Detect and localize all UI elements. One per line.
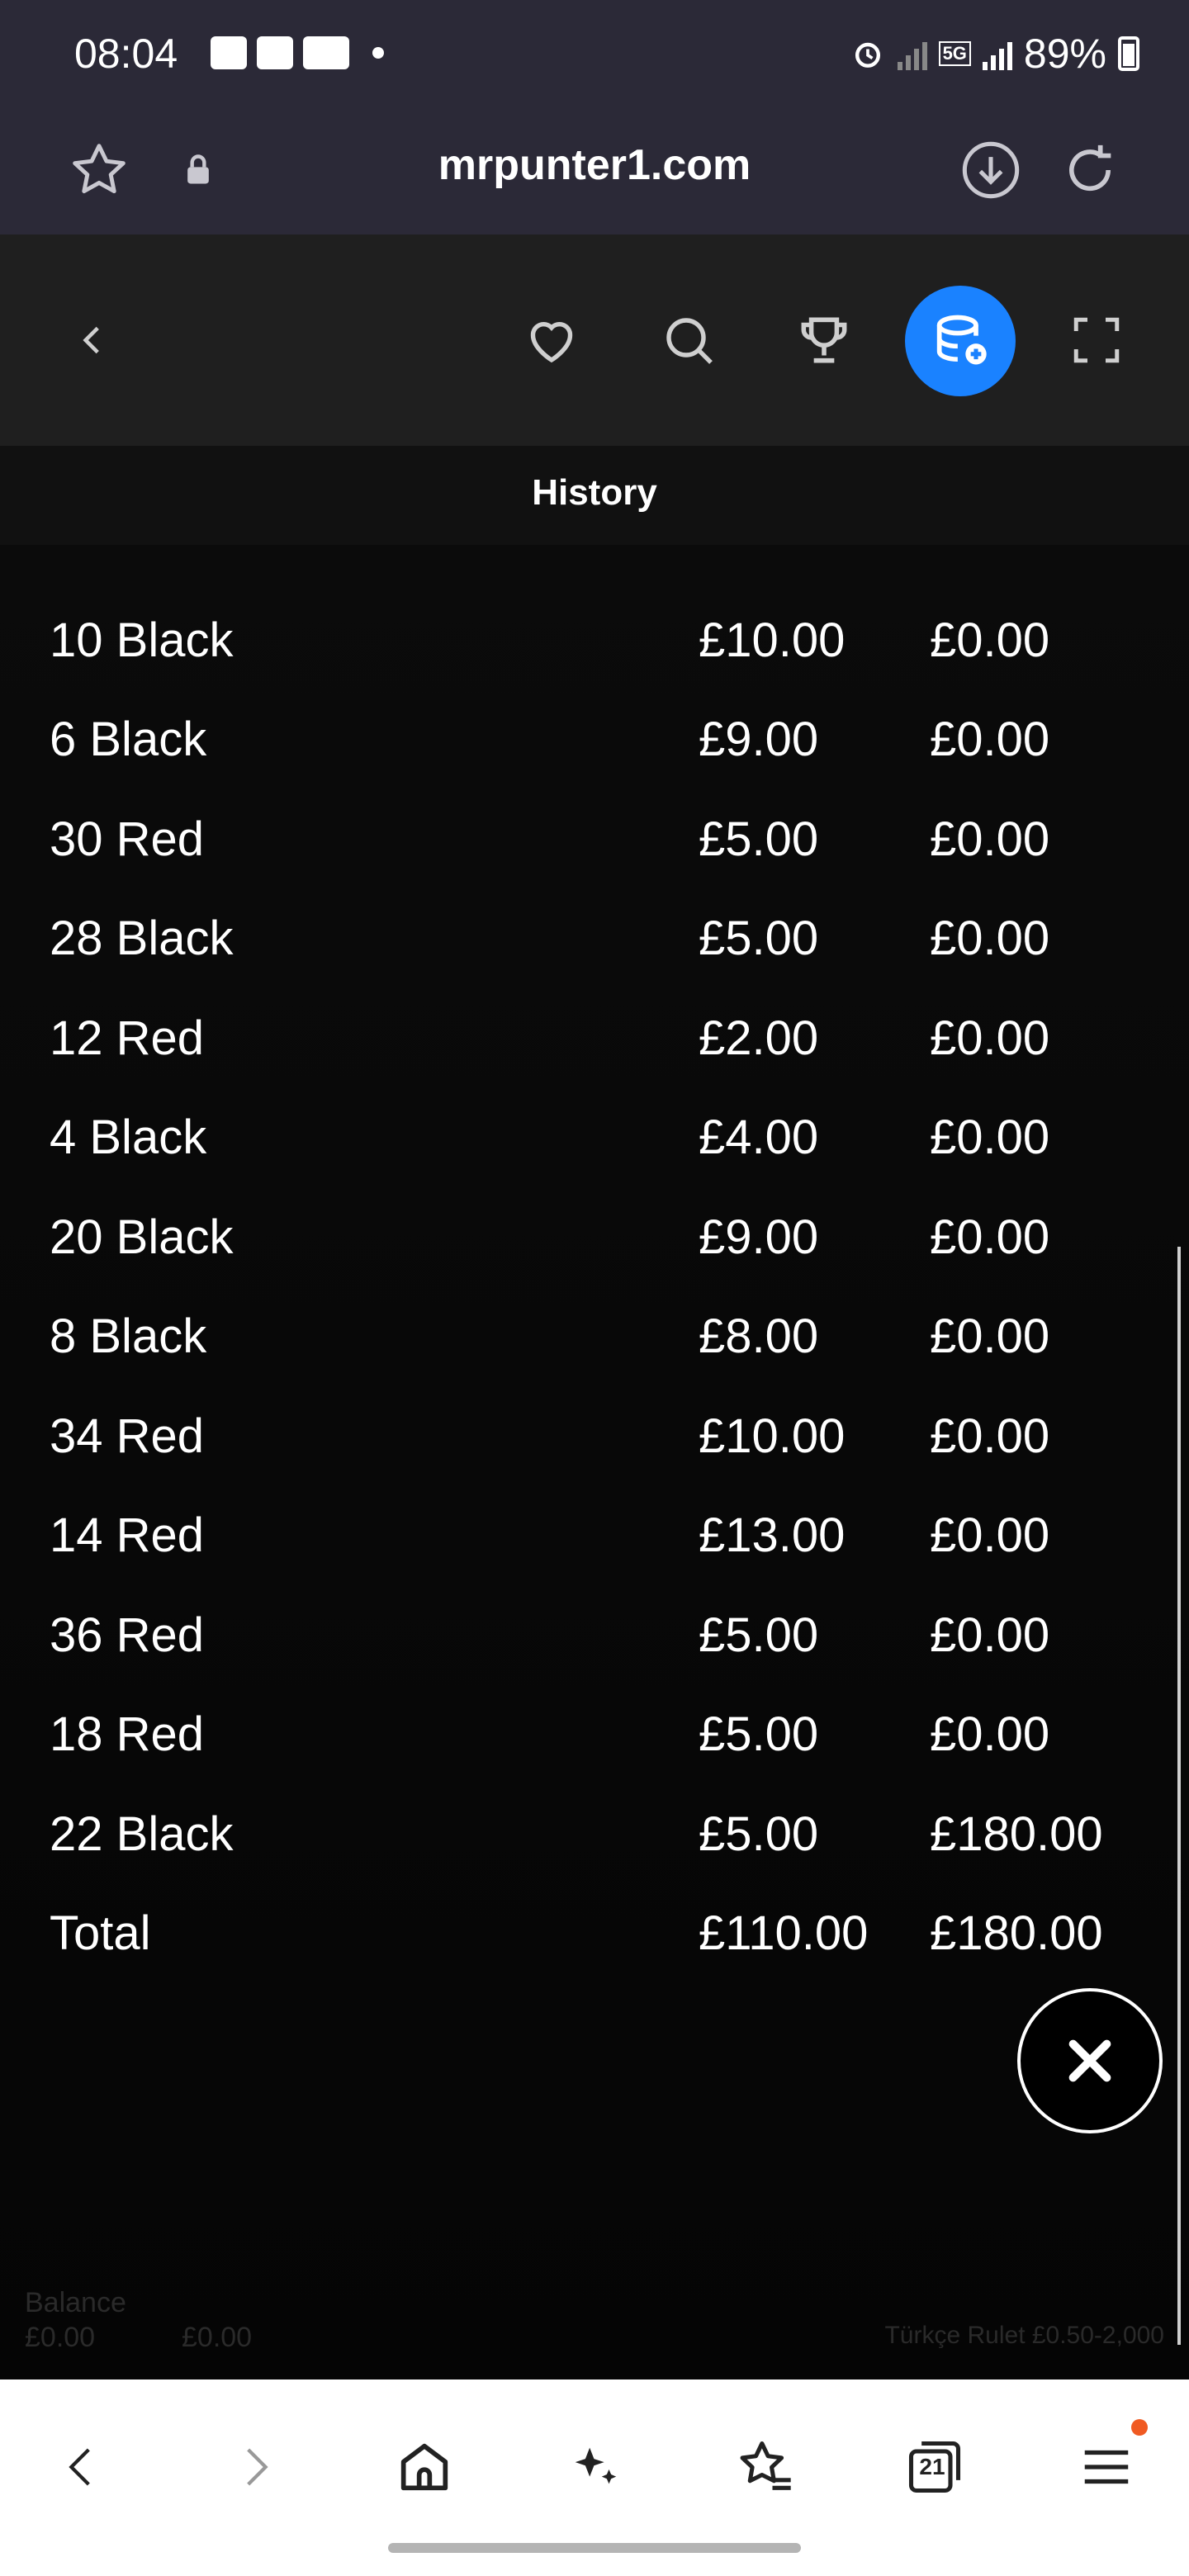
win-cell: £0.00 (930, 1508, 1050, 1562)
close-icon (1068, 2039, 1111, 2082)
status-notification-icons (211, 36, 384, 69)
result-cell: 22 Black (50, 1807, 234, 1861)
win-cell: £0.00 (930, 613, 1050, 667)
tabs-count: 21 (919, 2454, 945, 2479)
bet-cell: £5.00 (699, 912, 819, 965)
win-cell: £0.00 (930, 812, 1050, 866)
bet-cell: £2.00 (699, 1011, 819, 1065)
tabs-icon[interactable]: 21 (893, 2426, 976, 2508)
trophy-icon[interactable] (784, 301, 864, 380)
youtube-icon (303, 36, 349, 69)
bet-cell: £10.00 (699, 613, 846, 667)
result-cell: 4 Black (50, 1110, 207, 1164)
ai-sparkle-icon[interactable] (553, 2426, 636, 2508)
reload-icon[interactable] (1055, 135, 1125, 205)
history-total-row: Total £110.00 £180.00 (50, 1896, 1139, 1971)
search-icon[interactable] (649, 301, 728, 380)
home-indicator[interactable] (388, 2543, 801, 2553)
win-cell: £0.00 (930, 1608, 1050, 1662)
history-header: History (0, 446, 1189, 545)
bet-cell: £5.00 (699, 1608, 819, 1662)
history-row: 28 Black £5.00 £0.00 (50, 902, 1139, 976)
battery-percent: 89% (1023, 31, 1106, 77)
balance-value: £0.00 (25, 2322, 96, 2353)
history-row: 34 Red £10.00 £0.00 (50, 1399, 1139, 1473)
more-notifications-icon (372, 47, 384, 59)
result-cell: 20 Black (50, 1210, 234, 1264)
history-row: 12 Red £2.00 £0.00 (50, 1001, 1139, 1075)
bet-cell: £4.00 (699, 1110, 819, 1164)
bet-cell: £5.00 (699, 1807, 819, 1861)
history-row: 30 Red £5.00 £0.00 (50, 802, 1139, 876)
bet-cell: £8.00 (699, 1309, 819, 1363)
history-row: 20 Black £9.00 £0.00 (50, 1200, 1139, 1274)
gallery-icon (211, 36, 247, 69)
win-cell: £0.00 (930, 1210, 1050, 1264)
signal-icon-2 (982, 37, 1012, 70)
history-row: 4 Black £4.00 £0.00 (50, 1101, 1139, 1175)
game-toolbar (0, 234, 1189, 446)
bet-cell: £9.00 (699, 713, 819, 766)
download-icon[interactable] (956, 135, 1026, 205)
bet-cell: £9.00 (699, 1210, 819, 1264)
bet-cell: £5.00 (699, 812, 819, 866)
forward-icon[interactable] (215, 2426, 297, 2508)
bet-value: £0.00 (182, 2322, 253, 2353)
history-row: 36 Red £5.00 £0.00 (50, 1598, 1139, 1672)
result-cell: 10 Black (50, 613, 234, 667)
network-label: 5G (938, 41, 971, 66)
menu-notification-dot (1131, 2419, 1148, 2436)
win-cell: £0.00 (930, 912, 1050, 965)
result-cell: 36 Red (50, 1608, 205, 1662)
total-bet-cell: £110.00 (699, 1906, 869, 1960)
battery-icon (1118, 36, 1139, 71)
database-plus-icon[interactable] (905, 286, 1016, 396)
scrollbar[interactable] (1177, 1247, 1181, 2345)
win-cell: £0.00 (930, 1011, 1050, 1065)
win-cell: £0.00 (930, 713, 1050, 766)
win-cell: £0.00 (930, 1707, 1050, 1761)
bet-cell: £13.00 (699, 1508, 846, 1562)
win-cell: £0.00 (930, 1309, 1050, 1363)
total-win-cell: £180.00 (930, 1906, 1103, 1960)
result-cell: 30 Red (50, 812, 205, 866)
home-icon[interactable] (383, 2426, 466, 2508)
result-cell: 8 Black (50, 1309, 207, 1363)
win-cell: £0.00 (930, 1409, 1050, 1463)
status-bar: 08:04 5G 89% (0, 0, 1189, 112)
heart-icon[interactable] (512, 301, 591, 380)
browser-url-bar: mrpunter1.com (0, 112, 1189, 234)
history-row: 6 Black £9.00 £0.00 (50, 703, 1139, 777)
fullscreen-icon[interactable] (1057, 301, 1136, 380)
result-cell: 18 Red (50, 1707, 205, 1761)
table-name: Türkçe Rulet £0.50-2,000 (884, 2322, 1164, 2349)
signal-icon (897, 37, 927, 70)
history-title: History (532, 472, 657, 513)
history-row: 22 Black £5.00 £180.00 (50, 1797, 1139, 1871)
win-cell: £180.00 (930, 1807, 1103, 1861)
balance-label: Balance (25, 2287, 126, 2318)
history-row: 14 Red £13.00 £0.00 (50, 1499, 1139, 1573)
history-row: 8 Black £8.00 £0.00 (50, 1300, 1139, 1374)
status-time: 08:04 (74, 31, 178, 77)
status-system-icons: 5G 89% (850, 30, 1139, 78)
history-row: 10 Black £10.00 £0.00 (50, 603, 1139, 677)
back-icon[interactable] (40, 2426, 122, 2508)
mail-icon (257, 36, 293, 69)
win-cell: £0.00 (930, 1110, 1050, 1164)
result-cell: 6 Black (50, 713, 207, 766)
history-row: 18 Red £5.00 £0.00 (50, 1698, 1139, 1772)
bookmarks-icon[interactable] (723, 2426, 806, 2508)
total-result-cell: Total (50, 1906, 151, 1960)
menu-icon[interactable] (1065, 2426, 1148, 2508)
alarm-icon (855, 42, 880, 68)
result-cell: 28 Black (50, 912, 234, 965)
result-cell: 12 Red (50, 1011, 205, 1065)
close-button[interactable] (1017, 1988, 1163, 2133)
back-chevron-icon[interactable] (53, 301, 132, 380)
result-cell: 14 Red (50, 1508, 205, 1562)
result-cell: 34 Red (50, 1409, 205, 1463)
bet-cell: £10.00 (699, 1409, 846, 1463)
bet-cell: £5.00 (699, 1707, 819, 1761)
